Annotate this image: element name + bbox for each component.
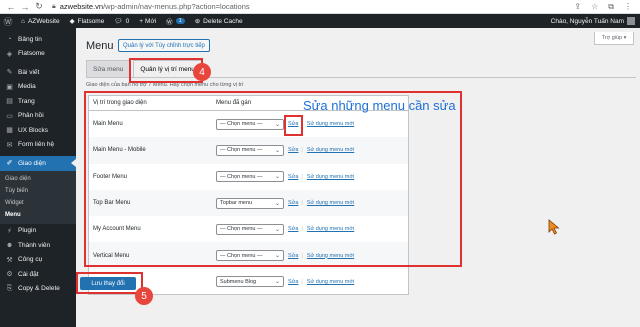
admin-bar: Ⓦ ⌂ AZWebsite ◆ Flatsome 💬︎ 0 + Mới Ⓦ 1 ⊛ Dele… <box>0 14 640 28</box>
submenu-item-customize[interactable]: Tùy biến <box>0 185 76 197</box>
sidebar-item-users[interactable]: ☻ Thành viên <box>0 238 76 253</box>
share-icon[interactable]: ⇪ <box>574 2 581 11</box>
theme-link[interactable]: ◆ Flatsome <box>65 14 110 28</box>
sidebar-item-pages[interactable]: ▤ Trang <box>0 94 76 109</box>
page-icon: ▤ <box>6 98 13 106</box>
sidebar-item-plugins[interactable]: ⚡︎ Plugin <box>0 224 76 239</box>
mouse-cursor-icon <box>548 219 560 235</box>
account-menu[interactable]: Chào, Nguyễn Tuấn Nam <box>546 14 640 28</box>
sidebar-item-contact-form[interactable]: ✉ Form liên hệ <box>0 138 76 153</box>
dashboard-icon: ◔ <box>7 35 12 43</box>
new-content-link[interactable]: + Mới <box>134 14 161 28</box>
tools-icon: ⚒ <box>6 256 13 264</box>
appearance-icon: ✐ <box>6 160 13 168</box>
pin-icon: ✎ <box>6 69 13 77</box>
admin-sidebar: ◔ Bảng tin ◈ Flatsome ✎ Bài viết ▣ Media ▤ Tr… <box>0 28 76 327</box>
menu-dots-icon[interactable]: ⋮ <box>624 2 632 11</box>
help-tab-button[interactable]: Trợ giúp ▾ <box>594 32 634 45</box>
sidebar-item-ux-blocks[interactable]: ▦ UX Blocks <box>0 123 76 138</box>
bookmark-star-icon[interactable]: ☆ <box>591 2 598 11</box>
annotation-box-edit <box>284 115 303 136</box>
updates-count-badge: 1 <box>175 18 185 24</box>
updates-link[interactable]: Ⓦ 1 <box>161 14 190 28</box>
submenu-item-themes[interactable]: Giao diện <box>0 173 76 185</box>
extensions-icon[interactable]: ⧉ <box>608 2 614 12</box>
appearance-submenu: Giao diện Tùy biến Widget Menu <box>0 170 76 224</box>
page-title: Menu <box>86 40 114 52</box>
sidebar-item-media[interactable]: ▣ Media <box>0 80 76 95</box>
back-icon[interactable]: ← <box>4 2 18 12</box>
address-field[interactable]: azwebsite.vn/wp-admin/nav-menus.php?acti… <box>60 2 250 11</box>
use-new-menu-link[interactable]: Sử dụng menu mới <box>307 279 354 285</box>
form-icon: ✉ <box>6 141 13 149</box>
users-icon: ☻ <box>5 241 14 249</box>
annotation-box-table <box>84 91 462 267</box>
settings-icon: ⚙ <box>6 271 13 279</box>
media-icon: ▣ <box>6 83 13 91</box>
sidebar-item-posts[interactable]: ✎ Bài viết <box>0 65 76 80</box>
sidebar-item-appearance[interactable]: ✐ Giao diện <box>0 156 76 171</box>
manage-live-preview-button[interactable]: Quản lý với Tùy chỉnh trực tiếp <box>118 39 210 52</box>
flatsome-icon: ◈ <box>6 50 13 58</box>
forward-icon[interactable]: → <box>18 2 32 12</box>
annotation-box-save <box>76 272 143 294</box>
site-name-link[interactable]: ⌂ AZWebsite <box>16 14 65 28</box>
lock-icon[interactable]: 🔒︎ <box>52 3 56 11</box>
browser-urlbar: ← → ↻ 🔒︎ azwebsite.vn/wp-admin/nav-menus… <box>0 0 640 14</box>
annotation-badge-4: 4 <box>193 63 211 81</box>
home-icon: ⌂ <box>21 17 25 25</box>
submenu-item-menus[interactable]: Menu <box>0 209 76 221</box>
theme-icon: ◆ <box>69 18 75 25</box>
tab-edit-menus[interactable]: Sửa menu <box>86 60 131 78</box>
menu-select[interactable]: Submenu Blog ⌄ <box>216 276 284 288</box>
blocks-icon: ▦ <box>6 127 13 135</box>
sidebar-item-dashboard[interactable]: ◔ Bảng tin <box>0 32 76 47</box>
plugin-icon: ⚡︎ <box>7 227 12 235</box>
avatar <box>627 17 635 25</box>
cache-icon: ⊛ <box>194 18 201 25</box>
sidebar-item-copy-delete[interactable]: ⎘ Copy & Delete <box>0 282 76 297</box>
comments-link[interactable]: 💬︎ 0 <box>109 14 134 28</box>
sidebar-item-flatsome[interactable]: ◈ Flatsome <box>0 47 76 62</box>
chevron-down-icon: ⌄ <box>274 279 280 286</box>
comment-icon: 💬︎ <box>114 18 123 25</box>
edit-menu-link[interactable]: Sửa <box>288 279 298 285</box>
submenu-item-widgets[interactable]: Widget <box>0 197 76 209</box>
wordpress-icon: Ⓦ <box>166 19 173 26</box>
plus-icon: + <box>139 17 144 25</box>
reload-icon[interactable]: ↻ <box>32 1 46 12</box>
sidebar-item-comments[interactable]: ▭ Phản hồi <box>0 109 76 124</box>
sidebar-item-settings[interactable]: ⚙ Cài đặt <box>0 267 76 282</box>
annotation-box-tab <box>129 58 203 83</box>
annotation-badge-5: 5 <box>135 287 153 305</box>
delete-cache-link[interactable]: ⊛ Delete Cache <box>190 14 248 28</box>
wordpress-logo-icon[interactable]: Ⓦ <box>0 14 16 28</box>
comment-icon: ▭ <box>6 112 13 120</box>
copy-icon: ⎘ <box>6 284 13 292</box>
sidebar-item-tools[interactable]: ⚒ Công cụ <box>0 253 76 268</box>
annotation-callout: Sửa những menu cần sửa <box>303 98 456 113</box>
